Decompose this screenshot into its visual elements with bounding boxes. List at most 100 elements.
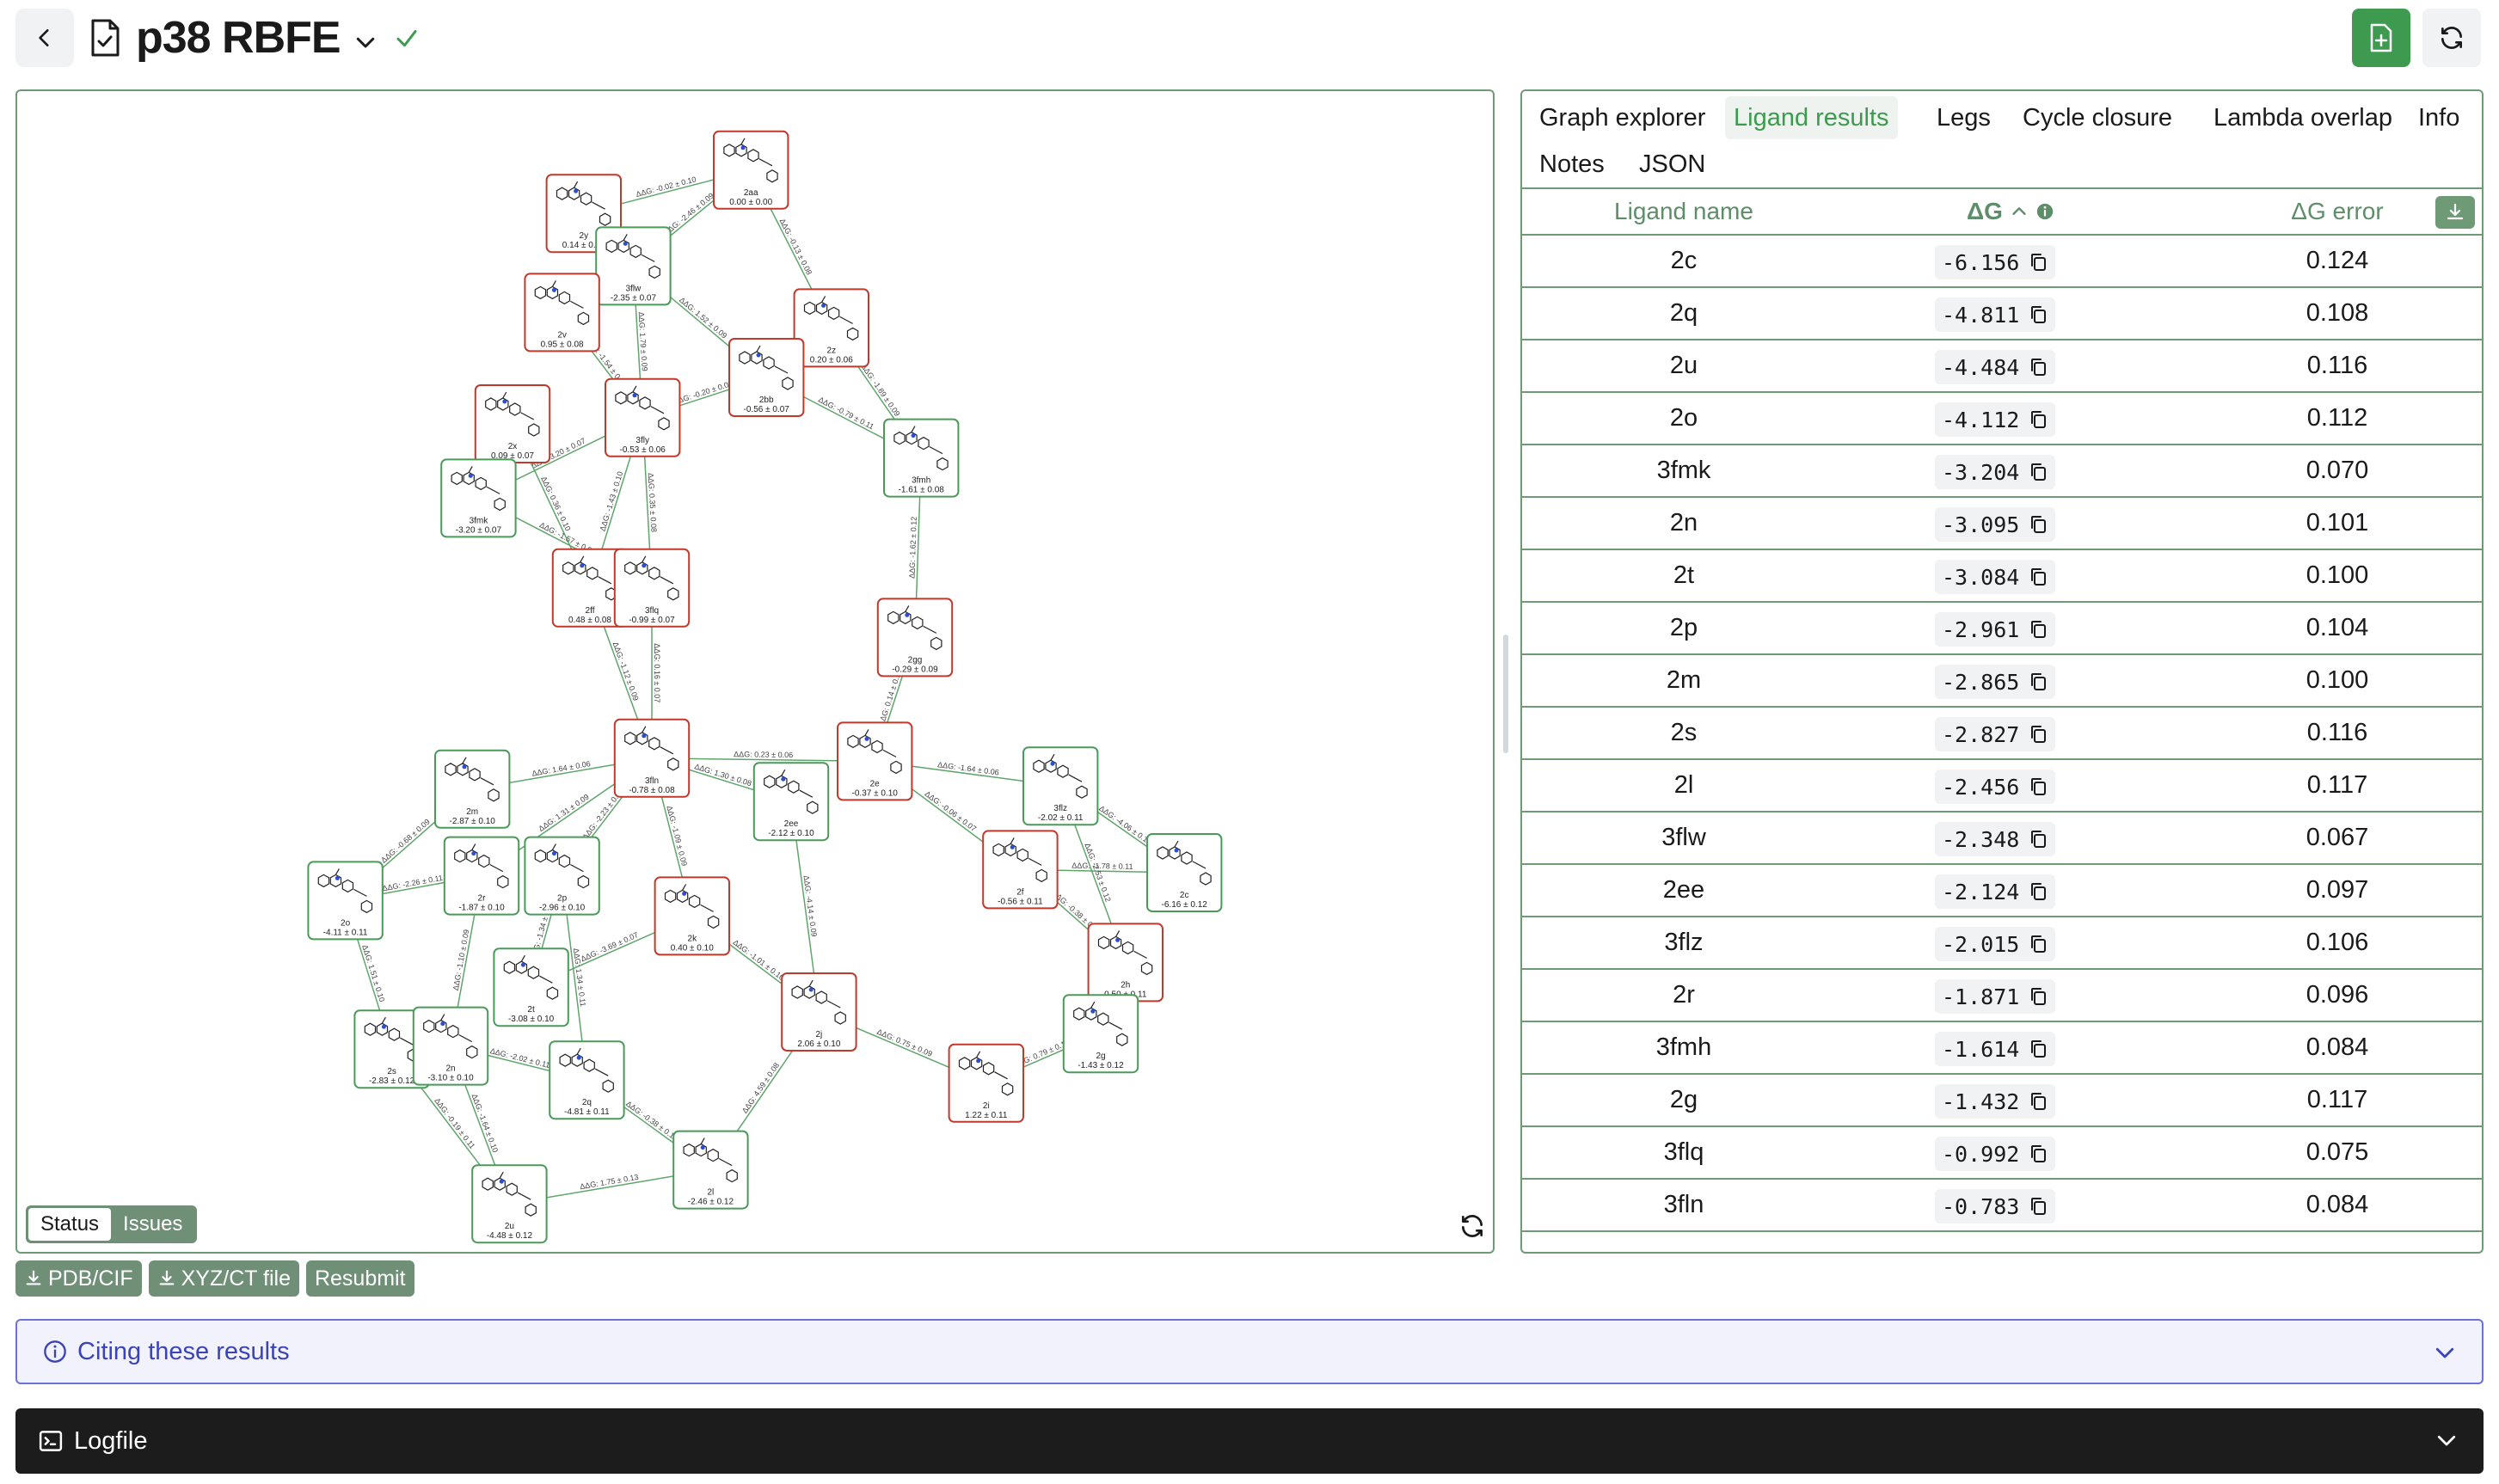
dg-value-chip[interactable]: -0.783 — [1935, 1189, 2056, 1223]
tab-cycle-closure[interactable]: Cycle closure — [2014, 96, 2181, 139]
graph-panel[interactable]: ΔΔG: -0.02 ± 0.10 ΔΔG: -2.46 ± 0.09 ΔΔG: -… — [15, 89, 1495, 1254]
copy-icon[interactable] — [2028, 829, 2048, 849]
resubmit-button[interactable]: Resubmit — [305, 1260, 414, 1297]
refresh-button[interactable] — [2422, 9, 2481, 67]
dg-value-chip[interactable]: -0.992 — [1935, 1137, 2056, 1171]
tab-lambda-overlap[interactable]: Lambda overlap — [2205, 96, 2401, 139]
info-icon[interactable] — [2035, 202, 2054, 221]
download-pdb-button[interactable]: PDB/CIF — [15, 1260, 142, 1297]
tab-info[interactable]: Info — [2410, 96, 2468, 139]
copy-icon[interactable] — [2028, 252, 2048, 273]
ligand-node[interactable]: 2aa0.00 ± 0.00 — [713, 130, 789, 210]
ligand-node[interactable]: 3flq-0.99 ± 0.07 — [613, 548, 691, 628]
copy-icon[interactable] — [2028, 724, 2048, 745]
ligand-node[interactable]: 2ee-2.12 ± 0.10 — [752, 762, 830, 842]
dg-value-chip[interactable]: -2.348 — [1935, 822, 2056, 856]
ligand-node[interactable]: 2i1.22 ± 0.11 — [948, 1043, 1024, 1123]
copy-icon[interactable] — [2028, 619, 2048, 640]
table-row[interactable]: 2c -6.156 0.124 — [1522, 236, 2482, 288]
ligand-node[interactable]: 2m-2.87 ± 0.10 — [434, 749, 511, 829]
table-row[interactable]: 3fln -0.783 0.084 — [1522, 1180, 2482, 1232]
ligand-node[interactable]: 2t-3.08 ± 0.10 — [493, 947, 569, 1027]
table-row[interactable]: 3flw -2.348 0.067 — [1522, 813, 2482, 865]
download-table-button[interactable] — [2435, 196, 2475, 229]
dg-value-chip[interactable]: -2.124 — [1935, 874, 2056, 909]
status-issues-toggle[interactable]: Status Issues — [26, 1205, 198, 1243]
copy-icon[interactable] — [2028, 671, 2048, 692]
dg-value-chip[interactable]: -3.084 — [1935, 560, 2056, 594]
copy-icon[interactable] — [2028, 1144, 2048, 1164]
dg-value-chip[interactable]: -1.614 — [1935, 1032, 2056, 1066]
copy-icon[interactable] — [2028, 304, 2048, 325]
table-row[interactable]: 2q -4.811 0.108 — [1522, 288, 2482, 340]
ligand-node[interactable]: 2z0.20 ± 0.06 — [793, 288, 869, 368]
issues-toggle-option[interactable]: Issues — [111, 1208, 194, 1241]
dg-value-chip[interactable]: -1.871 — [1935, 979, 2056, 1014]
copy-icon[interactable] — [2028, 986, 2048, 1007]
table-row[interactable]: 3fmk -3.204 0.070 — [1522, 445, 2482, 498]
logfile-section[interactable]: Logfile — [15, 1408, 2484, 1474]
graph-refresh-button[interactable] — [1455, 1209, 1489, 1243]
ligand-node[interactable]: 2h0.50 ± 0.11 — [1087, 923, 1164, 1003]
ligand-node[interactable]: 2f-0.56 ± 0.11 — [982, 830, 1059, 910]
copy-icon[interactable] — [2028, 881, 2048, 902]
tab-graph-explorer[interactable]: Graph explorer — [1531, 96, 1714, 139]
copy-icon[interactable] — [2028, 514, 2048, 535]
chevron-down-icon[interactable] — [2434, 1427, 2459, 1453]
ligand-node[interactable]: 3flw-2.35 ± 0.07 — [595, 226, 672, 306]
ligand-node[interactable]: 2j2.06 ± 0.10 — [781, 972, 857, 1052]
copy-icon[interactable] — [2028, 934, 2048, 954]
table-row[interactable]: 2r -1.871 0.096 — [1522, 970, 2482, 1022]
dg-value-chip[interactable]: -2.015 — [1935, 927, 2056, 961]
ligand-node[interactable]: 2c-6.16 ± 0.12 — [1146, 833, 1223, 912]
table-row[interactable]: 2l -2.456 0.117 — [1522, 760, 2482, 813]
ligand-node[interactable]: 2n-3.10 ± 0.10 — [412, 1006, 489, 1086]
copy-icon[interactable] — [2028, 567, 2048, 587]
ligand-node[interactable]: 2r-1.87 ± 0.10 — [443, 836, 520, 916]
back-button[interactable] — [15, 9, 74, 67]
ligand-node[interactable]: 2g-1.43 ± 0.12 — [1062, 994, 1139, 1074]
new-file-button[interactable] — [2352, 9, 2410, 67]
ligand-node[interactable]: 2gg-0.29 ± 0.09 — [876, 598, 954, 678]
copy-icon[interactable] — [2028, 1091, 2048, 1112]
ligand-node[interactable]: 2e-0.37 ± 0.10 — [837, 721, 913, 801]
table-row[interactable]: 2t -3.084 0.100 — [1522, 550, 2482, 603]
table-row[interactable]: 2n -3.095 0.101 — [1522, 498, 2482, 550]
ligand-node[interactable]: 2k0.40 ± 0.10 — [654, 876, 730, 956]
table-row[interactable]: 2s -2.827 0.116 — [1522, 708, 2482, 760]
tab-json[interactable]: JSON — [1630, 143, 1714, 186]
dg-value-chip[interactable]: -4.811 — [1935, 297, 2056, 332]
download-xyz-button[interactable]: XYZ/CT file — [148, 1260, 299, 1297]
copy-icon[interactable] — [2028, 357, 2048, 377]
table-row[interactable]: 2g -1.432 0.117 — [1522, 1075, 2482, 1127]
tab-legs[interactable]: Legs — [1928, 96, 1999, 139]
ligand-node[interactable]: 2l-2.46 ± 0.12 — [672, 1130, 749, 1210]
status-toggle-option[interactable]: Status — [28, 1208, 112, 1241]
copy-icon[interactable] — [2028, 1196, 2048, 1217]
ligand-node[interactable]: 2q-4.81 ± 0.11 — [549, 1040, 625, 1120]
chevron-down-icon[interactable] — [353, 28, 382, 57]
dg-value-chip[interactable]: -2.456 — [1935, 770, 2056, 804]
dg-value-chip[interactable]: -3.204 — [1935, 455, 2056, 489]
table-row[interactable]: 2p -2.961 0.104 — [1522, 603, 2482, 655]
table-row[interactable]: 2u -4.484 0.116 — [1522, 340, 2482, 393]
dg-value-chip[interactable]: -4.112 — [1935, 402, 2056, 437]
ligand-node[interactable]: 2u-4.48 ± 0.12 — [471, 1164, 548, 1244]
ligand-node[interactable]: 2bb-0.56 ± 0.07 — [728, 338, 805, 417]
ligand-node[interactable]: 3fly-0.53 ± 0.06 — [605, 377, 681, 457]
copy-icon[interactable] — [2028, 1039, 2048, 1059]
table-row[interactable]: 2m -2.865 0.100 — [1522, 655, 2482, 708]
ligand-node[interactable]: 2o-4.11 ± 0.11 — [307, 861, 384, 941]
network-graph[interactable]: ΔΔG: -0.02 ± 0.10ΔΔG: -2.46 ± 0.09ΔΔG: -… — [17, 91, 1493, 1252]
tab-notes[interactable]: Notes — [1531, 143, 1613, 186]
dg-value-chip[interactable]: -3.095 — [1935, 507, 2056, 542]
dg-value-chip[interactable]: -2.865 — [1935, 665, 2056, 699]
chevron-down-icon[interactable] — [2432, 1340, 2458, 1365]
copy-icon[interactable] — [2028, 776, 2048, 797]
table-row[interactable]: 3flz -2.015 0.106 — [1522, 917, 2482, 970]
copy-icon[interactable] — [2028, 462, 2048, 482]
ligand-node[interactable]: 3flz-2.02 ± 0.11 — [1022, 746, 1099, 826]
table-row[interactable]: 3flq -0.992 0.075 — [1522, 1127, 2482, 1180]
panel-resize-handle[interactable] — [1503, 635, 1508, 753]
table-row[interactable]: 3fmh -1.614 0.084 — [1522, 1022, 2482, 1075]
